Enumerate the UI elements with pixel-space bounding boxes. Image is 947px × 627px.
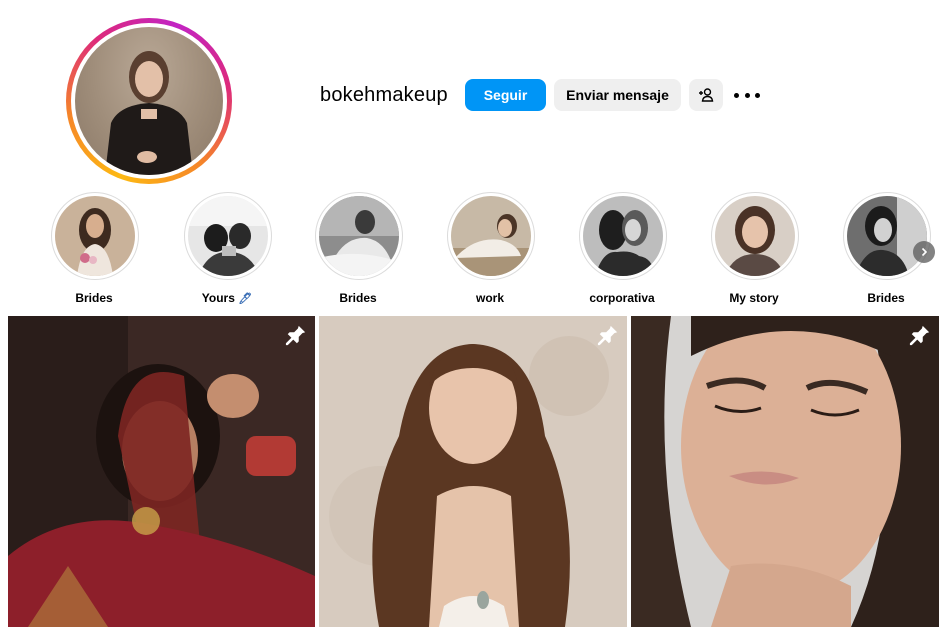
- highlight-label: My story: [729, 291, 779, 305]
- suggest-users-button[interactable]: [689, 79, 723, 111]
- send-message-button[interactable]: Enviar mensaje: [554, 79, 681, 111]
- highlight-label: Brides: [867, 291, 905, 305]
- post-tile-1[interactable]: [8, 316, 315, 627]
- highlight-corporativa[interactable]: [579, 192, 667, 280]
- highlights-next-button[interactable]: [913, 241, 935, 263]
- highlight-label: work: [475, 291, 504, 305]
- highlight-label: Yours 🖊: [201, 291, 253, 305]
- follow-button[interactable]: Seguir: [465, 79, 546, 111]
- highlight-cover: [847, 196, 927, 276]
- highlight-cover: [188, 196, 268, 276]
- post-image: [319, 316, 627, 627]
- highlight-cover: [583, 196, 663, 276]
- chevron-right-icon: [921, 247, 928, 257]
- highlight-label: Brides: [339, 291, 377, 305]
- highlight-work[interactable]: [447, 192, 535, 280]
- highlight-cover: [55, 196, 135, 276]
- more-options-icon[interactable]: [734, 84, 760, 106]
- profile-photo: [75, 27, 223, 175]
- highlight-label: Brides: [75, 291, 113, 305]
- person-add-icon: [699, 88, 714, 102]
- pin-icon: [909, 325, 930, 346]
- highlight-cover: [715, 196, 795, 276]
- highlight-brides-2[interactable]: [315, 192, 403, 280]
- pencil-emoji: 🖊: [238, 293, 253, 305]
- highlight-cover: [451, 196, 531, 276]
- highlight-my-story[interactable]: [711, 192, 799, 280]
- post-image: [631, 316, 939, 627]
- profile-username: bokehmakeup: [320, 84, 448, 106]
- pin-icon: [597, 325, 618, 346]
- post-tile-2[interactable]: [319, 316, 627, 627]
- highlight-yours[interactable]: [184, 192, 272, 280]
- highlight-brides-1[interactable]: [51, 192, 139, 280]
- post-tile-3[interactable]: [631, 316, 939, 627]
- highlight-brides-3[interactable]: [843, 192, 931, 280]
- highlight-label: corporativa: [589, 291, 655, 305]
- pin-icon: [285, 325, 306, 346]
- post-image: [8, 316, 315, 627]
- profile-avatar[interactable]: [66, 18, 232, 184]
- highlight-cover: [319, 196, 399, 276]
